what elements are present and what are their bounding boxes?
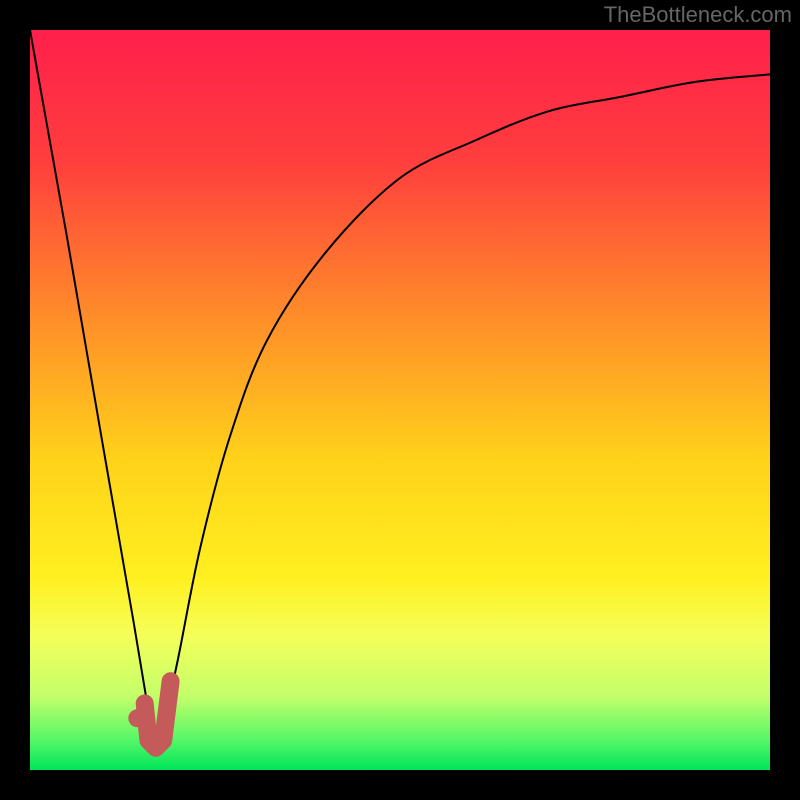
plot-area <box>30 30 770 770</box>
bottleneck-curve-line <box>30 30 770 748</box>
watermark-attribution: TheBottleneck.com <box>604 2 792 28</box>
optimal-dot-marker <box>128 709 146 727</box>
curve-layer <box>30 30 770 770</box>
optimal-j-marker <box>145 681 171 748</box>
